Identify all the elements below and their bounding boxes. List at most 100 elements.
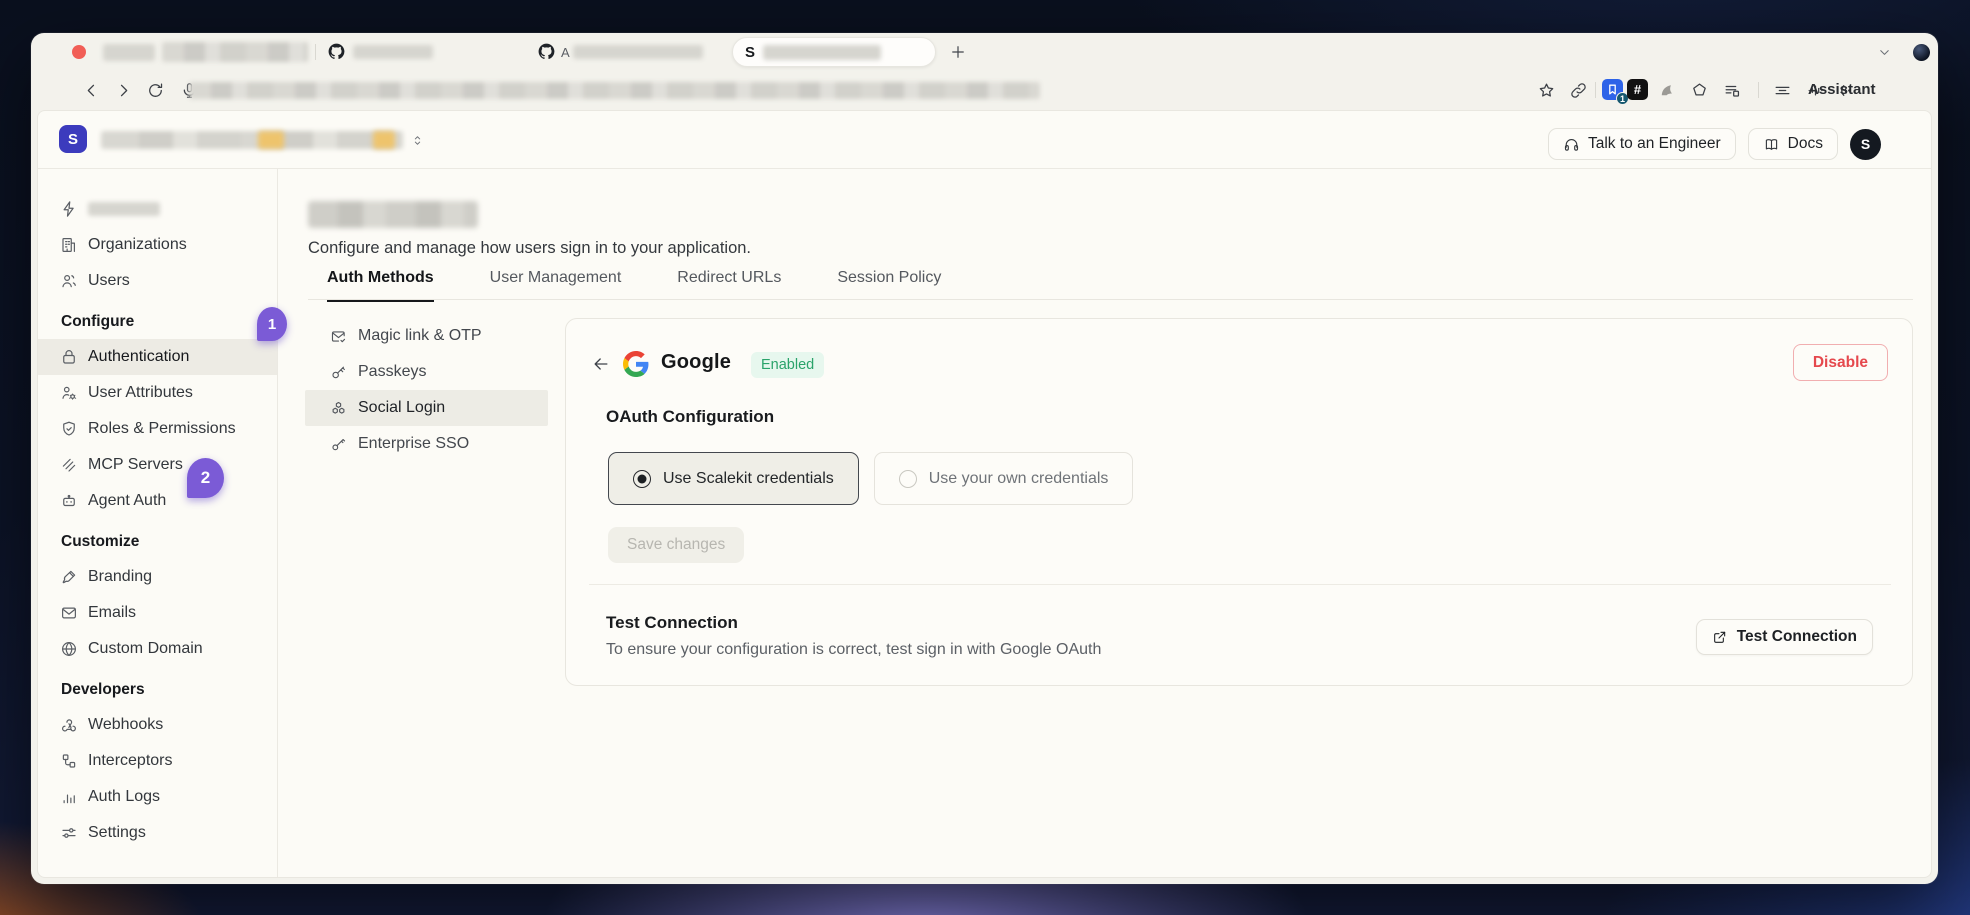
assistant-label[interactable]: Assistant (1808, 81, 1876, 98)
sidebar-item-auth-logs[interactable]: Auth Logs (38, 779, 277, 815)
test-connection-heading: Test Connection (606, 613, 738, 633)
sidebar-item-label: Settings (88, 824, 146, 842)
mcp-icon (60, 456, 78, 474)
tab-redirect-urls[interactable]: Redirect URLs (677, 269, 781, 302)
blurred-tab-label (573, 45, 703, 59)
playlist-icon (1723, 81, 1742, 100)
extension-shape-button[interactable] (1690, 81, 1709, 100)
subnav-item-label: Magic link & OTP (358, 327, 482, 345)
user-avatar[interactable]: S (1850, 129, 1881, 160)
blurred-url-text[interactable] (189, 82, 1040, 99)
workspace-switcher[interactable] (410, 132, 425, 154)
sidebar-item-interceptors[interactable]: Interceptors (38, 743, 277, 779)
paintbrush-icon (60, 568, 78, 586)
active-tab[interactable]: S (732, 37, 936, 67)
tabs-divider (308, 299, 1913, 300)
reader-mode-button[interactable] (1773, 81, 1792, 100)
radio-unselected-icon (899, 470, 917, 488)
sidebar-item-label: Users (88, 272, 130, 290)
subnav-item-label: Social Login (358, 399, 445, 417)
sidebar-section-customize: Customize (38, 519, 277, 559)
sidebar-item-agent-auth[interactable]: Agent Auth (38, 483, 277, 519)
screenshot-stage: A S (0, 0, 1970, 915)
back-to-providers-button[interactable] (591, 354, 611, 374)
headphones-icon (1563, 136, 1580, 153)
sidebar-item-label: Emails (88, 604, 136, 622)
radio-label: Use your own credentials (929, 470, 1109, 488)
sidebar-item-blurred[interactable] (38, 191, 277, 227)
annotation-badge-2: 2 (187, 458, 224, 498)
new-tab-button[interactable] (949, 43, 967, 61)
browser-tabbar: A S (31, 33, 1938, 71)
sidebar: Organizations Users Configure Authentica… (38, 169, 278, 878)
subnav-item-social-login[interactable]: Social Login (305, 390, 548, 426)
plus-icon (949, 43, 967, 61)
radio-scalekit-credentials[interactable]: Use Scalekit credentials (608, 452, 859, 505)
sidebar-item-users[interactable]: Users (38, 263, 277, 299)
sidebar-item-roles-permissions[interactable]: Roles & Permissions (38, 411, 277, 447)
extension-blue-button[interactable]: 1 (1602, 79, 1623, 100)
bookmark-button[interactable] (1537, 81, 1556, 100)
reload-icon (146, 81, 165, 100)
web-page: S Talk to an Engineer Docs (37, 110, 1932, 878)
tab-user-management[interactable]: User Management (490, 269, 622, 302)
blurred-highlight (258, 131, 284, 149)
sidebar-item-user-attributes[interactable]: User Attributes (38, 375, 277, 411)
sidebar-item-settings[interactable]: Settings (38, 815, 277, 851)
sidebar-item-label: Auth Logs (88, 788, 160, 806)
sidebar-item-organizations[interactable]: Organizations (38, 227, 277, 263)
radio-selected-icon (633, 470, 651, 488)
window-menu-chevron[interactable] (1877, 45, 1892, 60)
sidebar-item-mcp-servers[interactable]: MCP Servers (38, 447, 277, 483)
test-connection-button[interactable]: Test Connection (1696, 619, 1873, 655)
subnav-item-passkeys[interactable]: Passkeys (305, 354, 548, 390)
blurred-tab-label (353, 45, 433, 59)
github-icon (537, 42, 556, 61)
sidebar-item-custom-domain[interactable]: Custom Domain (38, 631, 277, 667)
cubes-icon (330, 400, 347, 417)
credentials-radio-group: Use Scalekit credentials Use your own cr… (608, 452, 1133, 505)
app-logo[interactable]: S (59, 125, 87, 153)
close-window-button[interactable] (72, 45, 86, 59)
talk-to-engineer-button[interactable]: Talk to an Engineer (1548, 128, 1736, 160)
shield-check-icon (60, 420, 78, 438)
save-changes-button[interactable]: Save changes (608, 527, 744, 563)
tab-github-1[interactable] (327, 42, 346, 66)
forward-button[interactable] (114, 81, 133, 100)
tab-session-policy[interactable]: Session Policy (837, 269, 941, 302)
sidebar-item-webhooks[interactable]: Webhooks (38, 707, 277, 743)
subnav-item-enterprise-sso[interactable]: Enterprise SSO (305, 426, 548, 462)
disable-button[interactable]: Disable (1793, 344, 1888, 381)
extension-gray-button[interactable] (1657, 81, 1676, 100)
sidebar-item-branding[interactable]: Branding (38, 559, 277, 595)
subnav-item-magic-link[interactable]: Magic link & OTP (305, 318, 548, 354)
status-badge: Enabled (751, 352, 824, 378)
user-gear-icon (60, 384, 78, 402)
reload-button[interactable] (146, 81, 165, 100)
sidebar-item-label: Authentication (88, 348, 189, 366)
mail-check-icon (330, 328, 347, 345)
tab-label-prefix: A (561, 45, 570, 60)
radio-own-credentials[interactable]: Use your own credentials (874, 452, 1134, 505)
sidebar-item-authentication[interactable]: Authentication (38, 339, 277, 375)
webhook-icon (60, 716, 78, 734)
browser-profile-icon[interactable] (1913, 44, 1930, 61)
tab-auth-methods[interactable]: Auth Methods (327, 269, 434, 302)
tab-divider (315, 44, 316, 60)
playlist-button[interactable] (1723, 81, 1742, 100)
mail-icon (60, 604, 78, 622)
globe-icon (60, 640, 78, 658)
back-button[interactable] (82, 81, 101, 100)
chevron-down-icon (1877, 45, 1892, 60)
blurred-workspace-name[interactable] (101, 131, 403, 149)
docs-button[interactable]: Docs (1748, 128, 1838, 160)
copy-link-button[interactable] (1569, 81, 1588, 100)
sso-key-icon (330, 436, 347, 453)
tab-github-2[interactable] (537, 42, 556, 66)
link-icon (1569, 81, 1588, 100)
annotation-badge-1: 1 (257, 307, 287, 341)
sidebar-item-emails[interactable]: Emails (38, 595, 277, 631)
oauth-configuration-heading: OAuth Configuration (606, 407, 774, 427)
extension-hash-button[interactable]: # (1627, 79, 1648, 100)
toolbar-divider (1595, 82, 1596, 98)
